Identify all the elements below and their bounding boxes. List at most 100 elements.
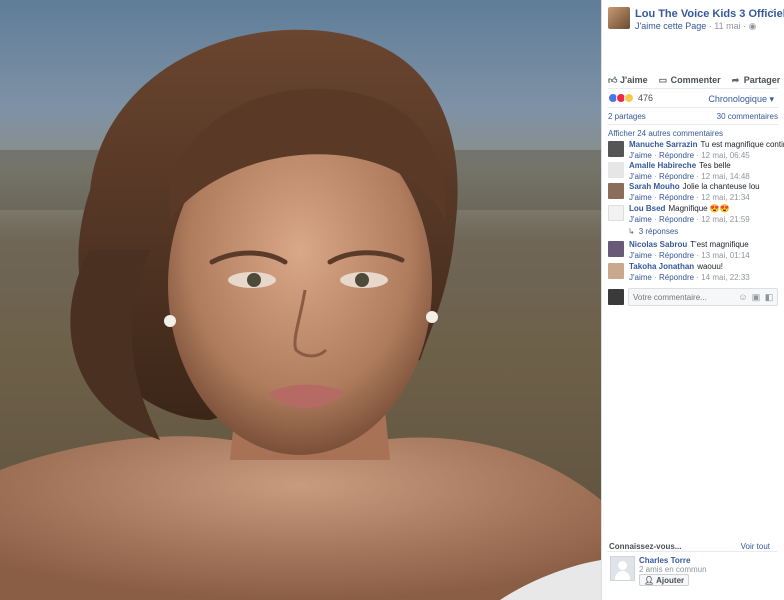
shares-count-link[interactable]: 2 partages xyxy=(608,112,646,121)
comment-button[interactable]: ▭ Commenter xyxy=(659,74,721,86)
speech-bubble-icon: ▭ xyxy=(658,74,668,85)
page-meta: J'aime cette Page · 11 mai · ◉ xyxy=(635,21,757,32)
post-date[interactable]: 11 mai xyxy=(714,21,740,31)
comment-author[interactable]: Sarah Mouho xyxy=(629,182,680,191)
sort-dropdown[interactable]: Chronologique ▾ xyxy=(708,94,774,105)
wow-icon xyxy=(624,93,634,103)
divider xyxy=(607,551,777,552)
comment-text: Nicolas Sabrou T'est magnifique xyxy=(629,240,749,249)
comment-reply-link[interactable]: Répondre xyxy=(659,273,694,282)
divider xyxy=(608,88,778,89)
comment-time[interactable]: 13 mai, 01:14 xyxy=(701,251,749,260)
like-page-link[interactable]: J'aime cette Page xyxy=(635,21,706,31)
like-button[interactable]: 👍︎ J'aime xyxy=(608,74,648,86)
comment-item: Sarah Mouho Jolie la chanteuse lou J'aime… xyxy=(608,182,780,204)
comment-like-link[interactable]: J'aime xyxy=(629,151,652,160)
comment-meta: J'aime · Répondre · 12 mai, 06:45 xyxy=(629,151,750,160)
sticker-icon[interactable]: ◧ xyxy=(764,292,774,302)
divider xyxy=(608,124,778,125)
comment-like-link[interactable]: J'aime xyxy=(629,215,652,224)
replies-label: 3 réponses xyxy=(638,227,679,236)
mutual-friends[interactable]: 2 amis en commun xyxy=(639,565,707,574)
comment-reply-link[interactable]: Répondre xyxy=(659,251,694,260)
avatar[interactable] xyxy=(608,263,624,279)
comment-body: Jolie la chanteuse lou xyxy=(682,182,760,191)
comment-reply-link[interactable]: Répondre xyxy=(659,215,694,224)
comment-like-link[interactable]: J'aime xyxy=(629,193,652,202)
comment-author[interactable]: Amalle Habireche xyxy=(629,161,696,170)
comment-text: Amalle Habireche Tes belle xyxy=(629,161,731,170)
like-button-label: J'aime xyxy=(620,75,648,85)
comment-reply-link[interactable]: Répondre xyxy=(659,151,694,160)
page-avatar[interactable] xyxy=(608,7,630,29)
post-stats: 2 partages 30 commentaires xyxy=(608,112,778,121)
comment-author[interactable]: Nicolas Sabrou xyxy=(629,240,687,249)
divider xyxy=(608,107,778,108)
comment-time[interactable]: 12 mai, 06:45 xyxy=(701,151,749,160)
comment-item: Lou Bsed Magnifique 😍😍 J'aime · Répondre … xyxy=(608,204,780,226)
globe-icon: ◉ xyxy=(748,21,757,31)
write-comment: ☺ ▣ ◧ xyxy=(608,288,778,306)
avatar[interactable] xyxy=(608,241,624,257)
sort-label: Chronologique xyxy=(708,94,767,104)
comment-text: Takoha Jonathan waouu! xyxy=(629,262,723,271)
avatar[interactable] xyxy=(608,205,624,221)
comment-body: Magnifique 😍😍 xyxy=(668,204,730,213)
avatar[interactable] xyxy=(608,141,624,157)
post-photo[interactable] xyxy=(0,0,601,600)
add-friend-label: Ajouter xyxy=(656,575,685,585)
camera-icon[interactable]: ▣ xyxy=(751,292,761,302)
comment-item: Takoha Jonathan waouu! J'aime · Répondre … xyxy=(608,262,780,284)
comment-button-label: Commenter xyxy=(670,75,721,85)
comment-like-link[interactable]: J'aime xyxy=(629,273,652,282)
post-actions: 👍︎ J'aime ▭ Commenter ➦ Partager xyxy=(608,74,781,86)
post-sidebar: × Lou The Voice Kids 3 Officiel J'aime c… xyxy=(601,0,784,600)
comment-body: T'est magnifique xyxy=(690,240,749,249)
avatar[interactable] xyxy=(610,556,635,581)
comment-time[interactable]: 14 mai, 22:33 xyxy=(701,273,749,282)
show-more-comments-link[interactable]: Afficher 24 autres commentaires xyxy=(608,129,723,138)
people-you-may-know: Connaissez-vous... Voir tout Charles Tor… xyxy=(601,536,784,600)
add-friend-button[interactable]: 👤︎ Ajouter xyxy=(639,574,690,586)
comment-meta: J'aime · Répondre · 12 mai, 21:34 xyxy=(629,193,750,202)
avatar[interactable] xyxy=(608,183,624,199)
comment-text: Manuche SarrazinTu est magnifique contin… xyxy=(629,140,784,149)
comment-time[interactable]: 12 mai, 21:34 xyxy=(701,193,749,202)
reactions-summary[interactable]: 476 xyxy=(608,92,653,104)
comment-author[interactable]: Takoha Jonathan xyxy=(629,262,694,271)
comment-text: Sarah Mouho Jolie la chanteuse lou xyxy=(629,182,760,191)
comment-like-link[interactable]: J'aime xyxy=(629,251,652,260)
comment-item: Amalle Habireche Tes belle J'aime · Répon… xyxy=(608,161,780,183)
comment-body: Tu est magnifique continue xyxy=(700,140,784,149)
portrait-image xyxy=(0,29,601,600)
add-friend-icon: 👤︎ xyxy=(644,575,655,585)
share-button[interactable]: ➦ Partager xyxy=(732,74,781,86)
emoji-icon[interactable]: ☺ xyxy=(738,292,748,302)
page-name-link[interactable]: Lou The Voice Kids 3 Officiel xyxy=(635,8,784,20)
chevron-down-icon: ▾ xyxy=(769,94,774,104)
share-button-label: Partager xyxy=(743,75,781,85)
page-header: Lou The Voice Kids 3 Officiel J'aime cet… xyxy=(608,7,784,33)
comment-time[interactable]: 12 mai, 14:48 xyxy=(701,172,749,181)
see-all-link[interactable]: Voir tout xyxy=(741,542,770,551)
comment-meta: J'aime · Répondre · 12 mai, 21:59 xyxy=(629,215,750,224)
comment-like-link[interactable]: J'aime xyxy=(629,172,652,181)
comment-author[interactable]: Lou Bsed xyxy=(629,204,665,213)
avatar[interactable] xyxy=(608,162,624,178)
share-arrow-icon: ➦ xyxy=(731,74,740,85)
person-name-link[interactable]: Charles Torre xyxy=(639,556,690,565)
comments-count-link[interactable]: 30 commentaires xyxy=(717,112,778,121)
comment-text: Lou Bsed Magnifique 😍😍 xyxy=(629,204,730,213)
view-replies-link[interactable]: ↳ 3 réponses xyxy=(628,227,678,236)
reply-arrow-icon: ↳ xyxy=(628,227,635,236)
comment-author[interactable]: Manuche Sarrazin xyxy=(629,140,697,149)
comment-time[interactable]: 12 mai, 21:59 xyxy=(701,215,749,224)
comment-body: Tes belle xyxy=(699,161,731,170)
comment-reply-link[interactable]: Répondre xyxy=(659,172,694,181)
comment-reply-link[interactable]: Répondre xyxy=(659,193,694,202)
comment-tools: ☺ ▣ ◧ xyxy=(738,292,774,302)
people-title: Connaissez-vous... xyxy=(609,542,682,551)
comment-box[interactable]: ☺ ▣ ◧ xyxy=(628,288,778,306)
comment-meta: J'aime · Répondre · 14 mai, 22:33 xyxy=(629,273,750,282)
comment-input[interactable] xyxy=(633,291,733,304)
